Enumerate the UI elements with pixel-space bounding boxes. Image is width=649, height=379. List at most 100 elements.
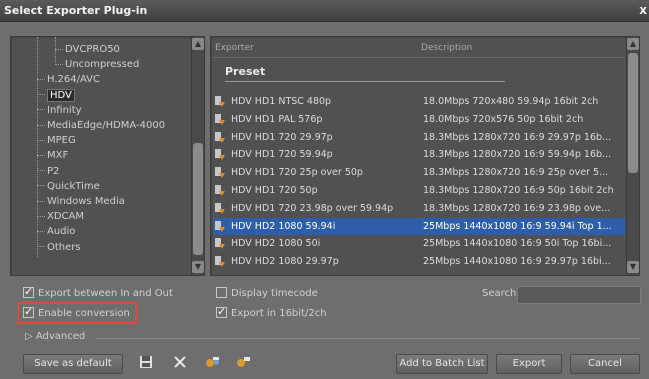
tree-branch <box>37 246 45 248</box>
export-16bit-checkbox[interactable]: Export in 16bit/2ch <box>216 304 327 322</box>
tree-item-label: QuickTime <box>47 180 100 192</box>
exporter-name: HDV HD1 720 25p over 50p <box>231 167 363 179</box>
title-bar: Select Exporter Plug-in x <box>0 0 649 22</box>
tree-item[interactable]: Others <box>37 241 81 255</box>
tree-item[interactable]: QuickTime <box>37 180 100 194</box>
tree-item-label: Windows Media <box>47 196 125 207</box>
exporter-row[interactable]: HDV HD1 720 59.94p 18.3Mbps 1280x720 16:9… <box>213 146 625 163</box>
exporter-name: HDV HD2 1080 29.97p <box>231 256 339 268</box>
save-icon[interactable] <box>139 355 153 373</box>
delete-icon[interactable] <box>173 355 187 373</box>
tree-item[interactable]: MPEG <box>37 134 76 148</box>
scroll-up-icon[interactable]: ▲ <box>192 38 204 50</box>
tree-branch <box>37 94 45 96</box>
exporter-name: HDV HD1 PAL 576p <box>231 113 323 125</box>
scroll-thumb[interactable] <box>193 143 203 255</box>
tree-branch <box>37 215 45 217</box>
exporter-name: HDV HD1 720 59.94p <box>231 149 333 161</box>
list-scrollbar[interactable]: ▲ ▼ <box>626 37 639 275</box>
save-as-default-button[interactable]: Save as default <box>23 354 123 374</box>
tree-item[interactable]: H.264/AVC <box>37 73 100 87</box>
checkbox-icon <box>23 284 34 300</box>
tree-item-label: P2 <box>47 165 60 177</box>
preset-icon <box>215 185 225 196</box>
tree-branch <box>55 48 63 50</box>
tree-item[interactable]: P2 <box>37 165 59 179</box>
preset-icon <box>215 220 225 232</box>
export-16bit-label: Export in 16bit/2ch <box>231 308 327 319</box>
preset-icon <box>215 149 225 161</box>
format-tree[interactable]: DVCPRO50 Uncompressed H.264/AVC HDV Infinity… <box>10 36 205 276</box>
exporter-description: 18.0Mbps 720x576 50p 16bit 2ch <box>423 113 584 125</box>
tree-item-label: H.264/AVC <box>47 74 101 86</box>
cancel-button[interactable]: Cancel <box>570 354 640 374</box>
exporter-name: HDV HD1 NTSC 480p <box>231 96 332 107</box>
scroll-down-icon[interactable]: ▼ <box>192 261 204 273</box>
exporter-description: 18.3Mbps 1280x720 16:9 23.98p ove... <box>423 202 611 214</box>
scroll-down-icon[interactable]: ▼ <box>627 261 639 273</box>
import-preset-icon[interactable] <box>205 355 221 373</box>
tree-branch <box>37 139 45 141</box>
exporter-row[interactable]: HDV HD2 1080 59.94i 25Mbps 1440x1080 16:9… <box>213 217 625 235</box>
tree-item[interactable]: HDV <box>37 88 75 103</box>
display-timecode-checkbox[interactable]: Display timecode <box>216 286 318 302</box>
header-divider <box>213 57 625 58</box>
exporter-row[interactable]: HDV HD1 720 29.97p 18.3Mbps 1280x720 16:9… <box>213 129 625 146</box>
preset-icon <box>215 131 225 143</box>
exporter-row[interactable]: HDV HD2 1080 50i 25Mbps 1440x1080 16:9 50… <box>213 235 625 252</box>
export-in-out-label: Export between In and Out <box>38 288 173 299</box>
exporter-row[interactable]: HDV HD2 1080 29.97p 25Mbps 1440x1080 16:9… <box>213 253 625 270</box>
exporter-description: 18.3Mbps 1280x720 16:9 25p over 5... <box>423 167 609 179</box>
tree-scrollbar[interactable]: ▲ ▼ <box>191 37 204 275</box>
close-icon[interactable]: x <box>639 3 647 17</box>
exporter-description: 25Mbps 1440x1080 16:9 29.97p 16bi... <box>423 256 611 268</box>
tree-item-label: MXF <box>47 150 69 162</box>
preset-icon <box>215 202 225 214</box>
exporter-row[interactable]: HDV HD1 PAL 576p 18.0Mbps 720x576 50p 16b… <box>213 111 625 128</box>
annotation-highlight <box>17 302 137 324</box>
tree-branch <box>37 109 45 111</box>
exporter-description: 18.3Mbps 1280x720 16:9 59.94p 16b... <box>423 149 612 161</box>
exporter-row[interactable]: HDV HD1 720 23.98p over 59.94p 18.3Mbps 1… <box>213 200 625 217</box>
tree-item-label: Others <box>47 241 81 253</box>
preset-icon <box>215 113 225 125</box>
tree-item[interactable]: MXF <box>37 149 68 163</box>
tree-item[interactable]: Infinity <box>37 104 82 118</box>
tree-item-label: MediaEdge/HDMA-4000 <box>47 120 166 131</box>
tree-item-label: MPEG <box>47 135 76 147</box>
column-header-exporter[interactable]: Exporter <box>215 43 254 57</box>
exporter-row[interactable]: HDV HD1 NTSC 480p 18.0Mbps 720x480 59.94p… <box>213 93 625 110</box>
expand-triangle-icon: ▷ <box>25 331 36 342</box>
tree-item[interactable]: Windows Media <box>37 195 125 209</box>
export-in-out-checkbox[interactable]: Export between In and Out <box>23 284 173 302</box>
exporter-name: HDV HD1 720 29.97p <box>231 131 333 143</box>
advanced-label: Advanced <box>35 331 86 342</box>
tree-item[interactable]: MediaEdge/HDMA-4000 <box>37 119 165 133</box>
exporter-name: HDV HD1 720 23.98p over 59.94p <box>231 202 394 214</box>
exporter-list[interactable]: Exporter Description Preset HDV HD1 NTSC… <box>210 36 640 276</box>
add-to-batch-list-button[interactable]: Add to Batch List <box>396 354 488 374</box>
advanced-toggle[interactable]: ▷ Advanced <box>25 331 85 342</box>
scroll-up-icon[interactable]: ▲ <box>627 38 639 50</box>
exporter-description: 25Mbps 1440x1080 16:9 50i Top 16bi... <box>423 238 612 250</box>
display-timecode-label: Display timecode <box>231 288 318 299</box>
exporter-row[interactable]: HDV HD1 720 25p over 50p 18.3Mbps 1280x72… <box>213 164 625 181</box>
preset-icon <box>215 96 225 107</box>
column-header-description[interactable]: Description <box>421 43 472 57</box>
scroll-thumb[interactable] <box>628 53 638 173</box>
tree-item[interactable]: DVCPRO50 <box>55 43 120 57</box>
tree-branch <box>37 200 45 202</box>
exporter-description: 18.3Mbps 1280x720 16:9 29.97p 16b... <box>423 131 612 143</box>
exporter-description: 18.3Mbps 1280x720 16:9 50p 16bit 2ch <box>423 185 614 196</box>
export-preset-icon[interactable] <box>235 355 251 373</box>
tree-item[interactable]: Uncompressed <box>55 58 139 72</box>
exporter-row[interactable]: HDV HD1 720 50p 18.3Mbps 1280x720 16:9 50… <box>213 182 625 199</box>
tree-item-label: Audio <box>47 226 76 238</box>
search-input[interactable] <box>517 286 641 304</box>
preset-icon <box>215 238 225 250</box>
tree-item[interactable]: XDCAM <box>37 210 84 224</box>
export-button[interactable]: Export <box>496 354 562 374</box>
tree-item[interactable]: Audio <box>37 225 75 239</box>
tree-item-label: XDCAM <box>47 211 85 223</box>
exporter-description: 25Mbps 1440x1080 16:9 59.94i Top 1... <box>423 220 612 232</box>
